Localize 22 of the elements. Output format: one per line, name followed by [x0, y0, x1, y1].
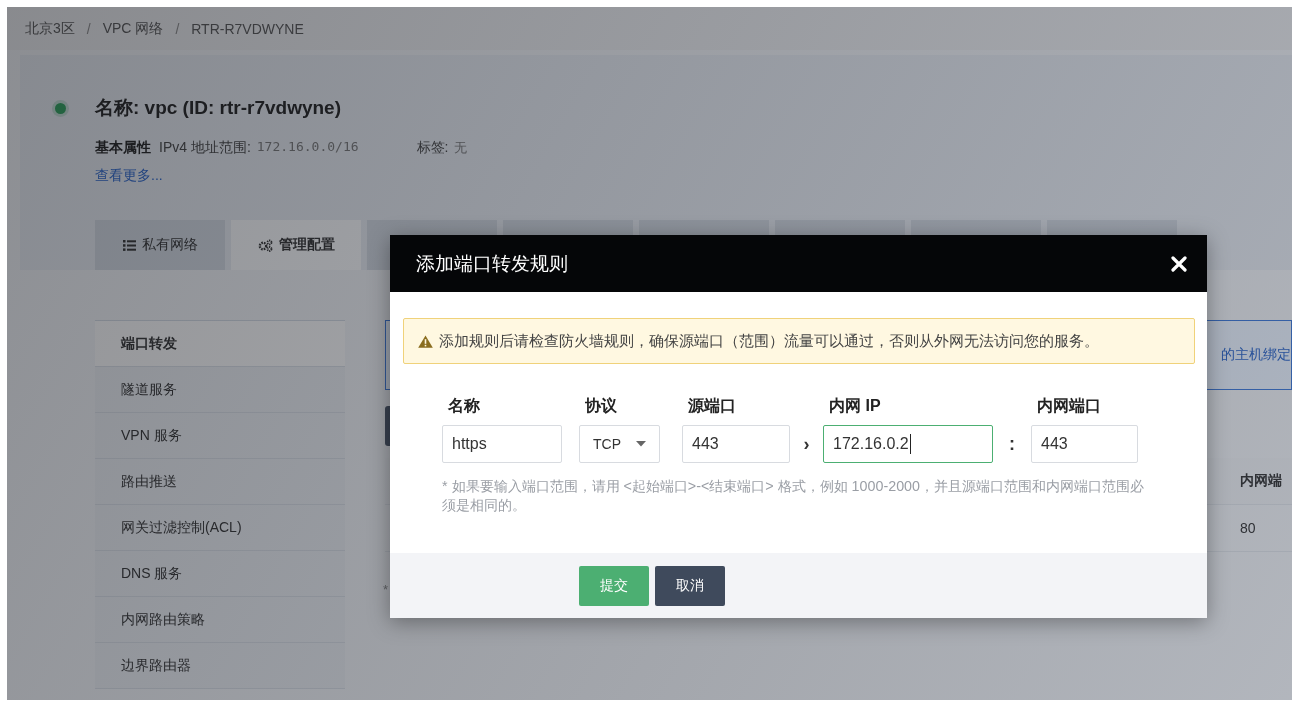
field-label: 协议: [584, 396, 618, 416]
field-label: 源端口: [687, 396, 737, 416]
warning-text: 添加规则后请检查防火墙规则，确保源端口（范围）流量可以通过，否则从外网无法访问您的服务。: [439, 331, 1099, 351]
section-label: 基本属性: [95, 139, 151, 157]
dialog-title: 添加端口转发规则: [416, 251, 568, 276]
separator-mark: :: [1009, 433, 1015, 455]
column-header: 内网端: [1240, 472, 1283, 490]
resource-title: 名称: vpc (ID: rtr-r7vdwyne): [95, 96, 341, 120]
field-label: 内网端口: [1036, 396, 1102, 416]
property-label: 标签:: [416, 139, 449, 157]
separator-mark: ›: [803, 433, 810, 455]
breadcrumb-separator: /: [86, 20, 91, 37]
property-label: IPv4 地址范围:: [159, 139, 251, 157]
table-cell-text: 80: [1240, 520, 1257, 536]
footnote-mark: *: [383, 582, 389, 597]
hint-text: * 如果要输入端口范围，请用 <起始端口>-<结束端口> 格式，例如 1000-2000，并且源端口范围和内网端口范围必须是相同的。: [442, 477, 1145, 515]
property-value: 172.16.0.0/16: [256, 139, 359, 156]
field-label: 内网 IP: [828, 396, 882, 416]
property-value: 无: [454, 139, 468, 157]
notice-text: 的主机绑定: [1221, 346, 1291, 364]
field-label: 名称: [447, 396, 481, 416]
breadcrumb-separator: /: [175, 20, 180, 37]
